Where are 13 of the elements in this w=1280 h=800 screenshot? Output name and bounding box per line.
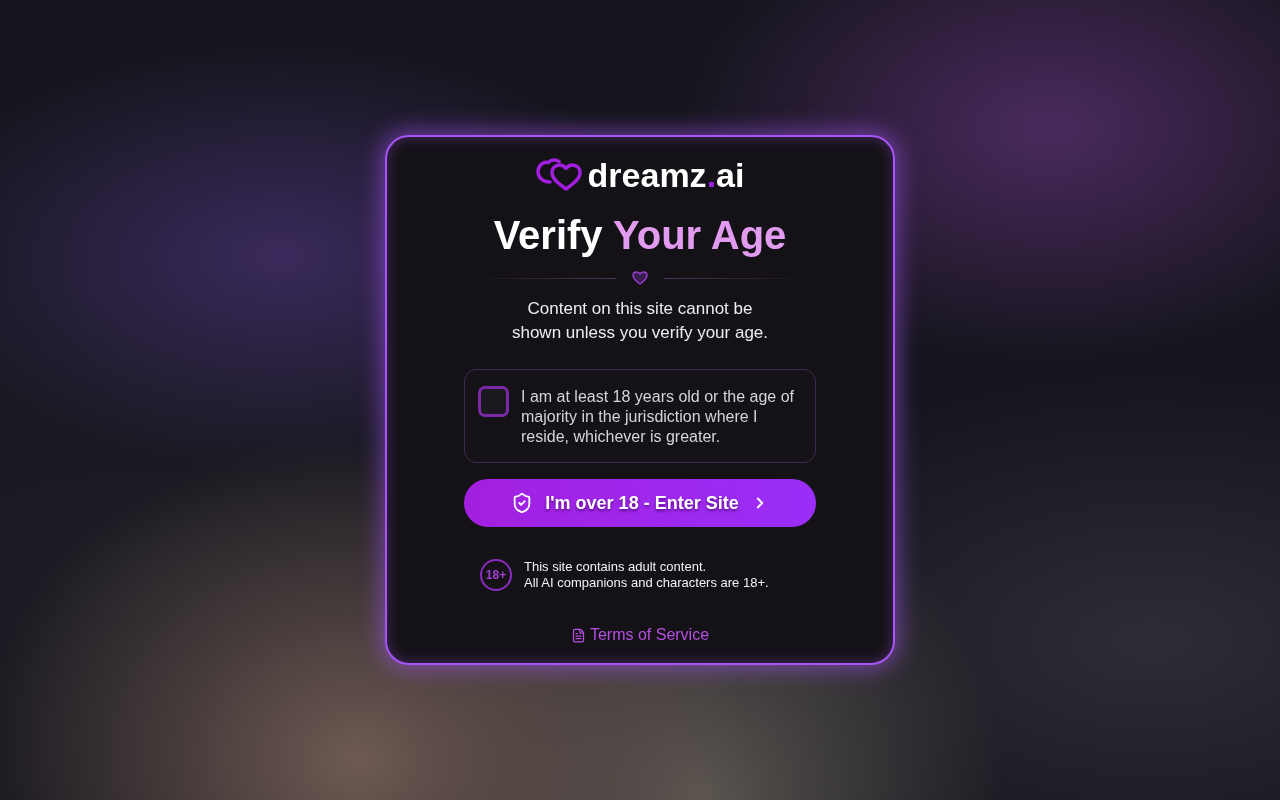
hearts-logo-icon <box>535 158 584 192</box>
page-title: Verify Your Age <box>493 212 787 259</box>
heart-icon <box>632 271 648 285</box>
notice-text: All AI companions and characters are 18+. <box>524 575 769 591</box>
consent-checkbox[interactable] <box>478 386 509 417</box>
terms-of-service-link[interactable]: Terms of Service <box>570 623 710 647</box>
document-icon <box>570 627 586 643</box>
description-text: Content on this site cannot be shown unless you verify your age. <box>510 298 770 344</box>
consent-label: I am at least 18 years old or the age of majority in the jurisdiction where I reside, whichever is greater. <box>521 387 796 447</box>
enter-site-button[interactable]: I'm over 18 - Enter Site <box>464 479 816 527</box>
notice-text: This site contains adult content. <box>524 559 708 575</box>
age-rating-badge: 18+ <box>480 559 512 591</box>
logo-wordmark: dreamz.ai <box>587 158 745 192</box>
